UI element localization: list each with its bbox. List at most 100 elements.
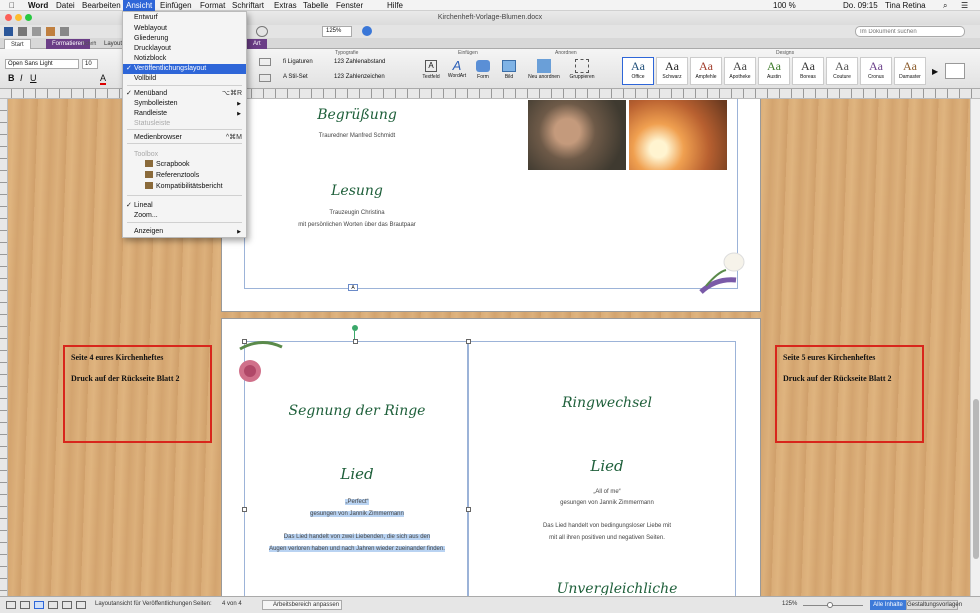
bold-button[interactable]: B — [8, 73, 15, 83]
photo-couple-1[interactable] — [528, 100, 626, 170]
templates-button[interactable]: Gestaltungsvorlagen — [906, 600, 962, 610]
design-schwarz[interactable]: Aa Schwarz — [656, 57, 688, 85]
shape-button[interactable]: Form — [472, 58, 494, 88]
design-damaster[interactable]: Aa Damaster — [894, 57, 926, 85]
design-austin[interactable]: Aa Austin — [758, 57, 790, 85]
zoom-window-button[interactable] — [25, 14, 32, 21]
song-title-right: „All of me“ — [593, 489, 621, 495]
menu-item-anzeigen[interactable]: Anzeigen ▶ — [123, 227, 246, 237]
menu-item-drucklayout[interactable]: Drucklayout — [123, 44, 246, 54]
all-content-button[interactable]: Alle Inhalte — [870, 600, 906, 610]
battery-status[interactable]: 100 % — [770, 0, 799, 11]
tab-art[interactable]: Art — [247, 39, 267, 49]
user-name[interactable]: Tina Retina — [882, 0, 929, 11]
format-painter-icon[interactable] — [256, 26, 268, 37]
menu-item-lineal[interactable]: ✓ Lineal — [123, 201, 246, 211]
menu-item-medienbrowser[interactable]: Medienbrowser ^⌘M — [123, 133, 246, 143]
list-icon[interactable]: ☰ — [958, 0, 971, 11]
zoom-slider[interactable] — [803, 605, 863, 606]
menu-item-scrapbook[interactable]: Scrapbook — [123, 160, 246, 170]
menu-item-vollbild[interactable]: Vollbild — [123, 74, 246, 84]
help-icon[interactable] — [362, 26, 372, 36]
menu-item-entwurf[interactable]: Entwurf — [123, 13, 246, 23]
menu-item-randleiste[interactable]: Randleiste ▶ — [123, 109, 246, 119]
indent-icon[interactable] — [259, 74, 271, 82]
menu-item-notizblock[interactable]: Notizblock — [123, 54, 246, 64]
menu-tabelle[interactable]: Tabelle — [300, 0, 331, 11]
picture-button[interactable]: Bild — [498, 58, 520, 88]
new-doc-icon[interactable] — [4, 27, 13, 36]
menu-ansicht[interactable]: Ansicht — [123, 0, 156, 11]
number-forms-dropdown[interactable]: 123 Zahlenzeichen — [334, 74, 385, 80]
resize-handle-ne[interactable] — [466, 339, 471, 344]
number-spacing-dropdown[interactable]: 123 Zahlenabstand — [334, 59, 385, 65]
menu-extras[interactable]: Extras — [271, 0, 300, 11]
rotate-handle[interactable] — [352, 325, 358, 331]
apple-icon[interactable]:  — [6, 0, 18, 11]
zoom-select[interactable]: 125% — [322, 26, 352, 37]
menu-item-weblayout[interactable]: Weblayout — [123, 24, 246, 34]
design-boreas[interactable]: Aa Boreas — [792, 57, 824, 85]
design-couture[interactable]: Aa Couture — [826, 57, 858, 85]
textbox-button[interactable]: A Textfeld — [420, 58, 442, 88]
resize-handle-e[interactable] — [466, 507, 471, 512]
draft-view-icon[interactable] — [6, 601, 16, 609]
undo-icon[interactable] — [60, 27, 69, 36]
close-window-button[interactable] — [5, 14, 12, 21]
menu-format[interactable]: Format — [197, 0, 228, 11]
style-set-dropdown[interactable]: A Stil-Set — [283, 74, 308, 80]
outline-view-icon[interactable] — [20, 601, 30, 609]
menu-word[interactable]: Word — [25, 0, 51, 11]
font-name-select[interactable]: Open Sans Light — [5, 59, 79, 69]
scrollbar-thumb[interactable] — [973, 399, 979, 559]
tab-start[interactable]: Start — [4, 39, 31, 49]
vertical-ruler[interactable] — [0, 99, 8, 596]
resize-handle-n[interactable] — [353, 339, 358, 344]
focus-view-icon[interactable] — [76, 601, 86, 609]
anchor-icon[interactable]: A — [348, 284, 358, 291]
publishing-view-icon[interactable] — [34, 601, 44, 609]
menu-item-menüband[interactable]: ✓ Menüband ⌥⌘R — [123, 89, 246, 99]
search-input[interactable] — [855, 26, 965, 37]
photo-couple-2[interactable] — [629, 100, 727, 170]
design-colors-icon[interactable] — [945, 63, 965, 79]
menu-schriftart[interactable]: Schriftart — [229, 0, 267, 11]
open-folder-icon[interactable] — [46, 27, 55, 36]
zoom-slider-knob[interactable] — [827, 602, 833, 608]
font-size-select[interactable]: 10 — [82, 59, 98, 69]
menu-bearbeiten[interactable]: Bearbeiten — [79, 0, 124, 11]
ligatures-dropdown[interactable]: fi Ligaturen — [283, 59, 313, 65]
menu-item-kompatibilitätsbericht[interactable]: Kompatibilitätsbericht — [123, 182, 246, 192]
notebook-view-icon[interactable] — [62, 601, 72, 609]
design-ampfehle[interactable]: Aa Ampfehle — [690, 57, 722, 85]
menu-einfuegen[interactable]: Einfügen — [157, 0, 195, 11]
menu-item-veröffentlichungslayout[interactable]: ✓ Veröffentlichungslayout — [123, 64, 246, 74]
menu-datei[interactable]: Datei — [53, 0, 78, 11]
resize-handle-w[interactable] — [242, 507, 247, 512]
rearrange-button[interactable]: Neu anordnen — [526, 58, 562, 88]
designs-next-icon[interactable]: ▶ — [932, 67, 938, 76]
italic-button[interactable]: I — [20, 73, 23, 83]
design-apotheke[interactable]: Aa Apotheke — [724, 57, 756, 85]
workspace-dropdown[interactable]: Arbeitsbereich anpassen — [262, 600, 342, 610]
print-view-icon[interactable] — [48, 601, 58, 609]
print-icon[interactable] — [32, 27, 41, 36]
clock[interactable]: Do. 09:15 — [840, 0, 881, 11]
design-office[interactable]: Aa Office — [622, 57, 654, 85]
menu-fenster[interactable]: Fenster — [333, 0, 366, 11]
menu-item-symbolleisten[interactable]: Symbolleisten ▶ — [123, 99, 246, 109]
menu-hilfe[interactable]: Hilfe — [384, 0, 406, 11]
menu-item-referenztools[interactable]: Referenztools — [123, 171, 246, 181]
vertical-scrollbar[interactable] — [970, 99, 980, 596]
minimize-window-button[interactable] — [15, 14, 22, 21]
menu-item-zoom[interactable]: Zoom... — [123, 211, 246, 221]
save-icon[interactable] — [18, 27, 27, 36]
group-button[interactable]: Gruppieren — [566, 58, 598, 88]
search-icon[interactable]: ⌕ — [940, 0, 950, 11]
underline-button[interactable]: U — [30, 73, 37, 83]
wordart-button[interactable]: A WordArt — [446, 58, 468, 88]
align-icon[interactable] — [259, 58, 271, 66]
font-color-button[interactable]: A — [100, 73, 107, 85]
design-cronus[interactable]: Aa Cronus — [860, 57, 892, 85]
menu-item-gliederung[interactable]: Gliederung — [123, 34, 246, 44]
